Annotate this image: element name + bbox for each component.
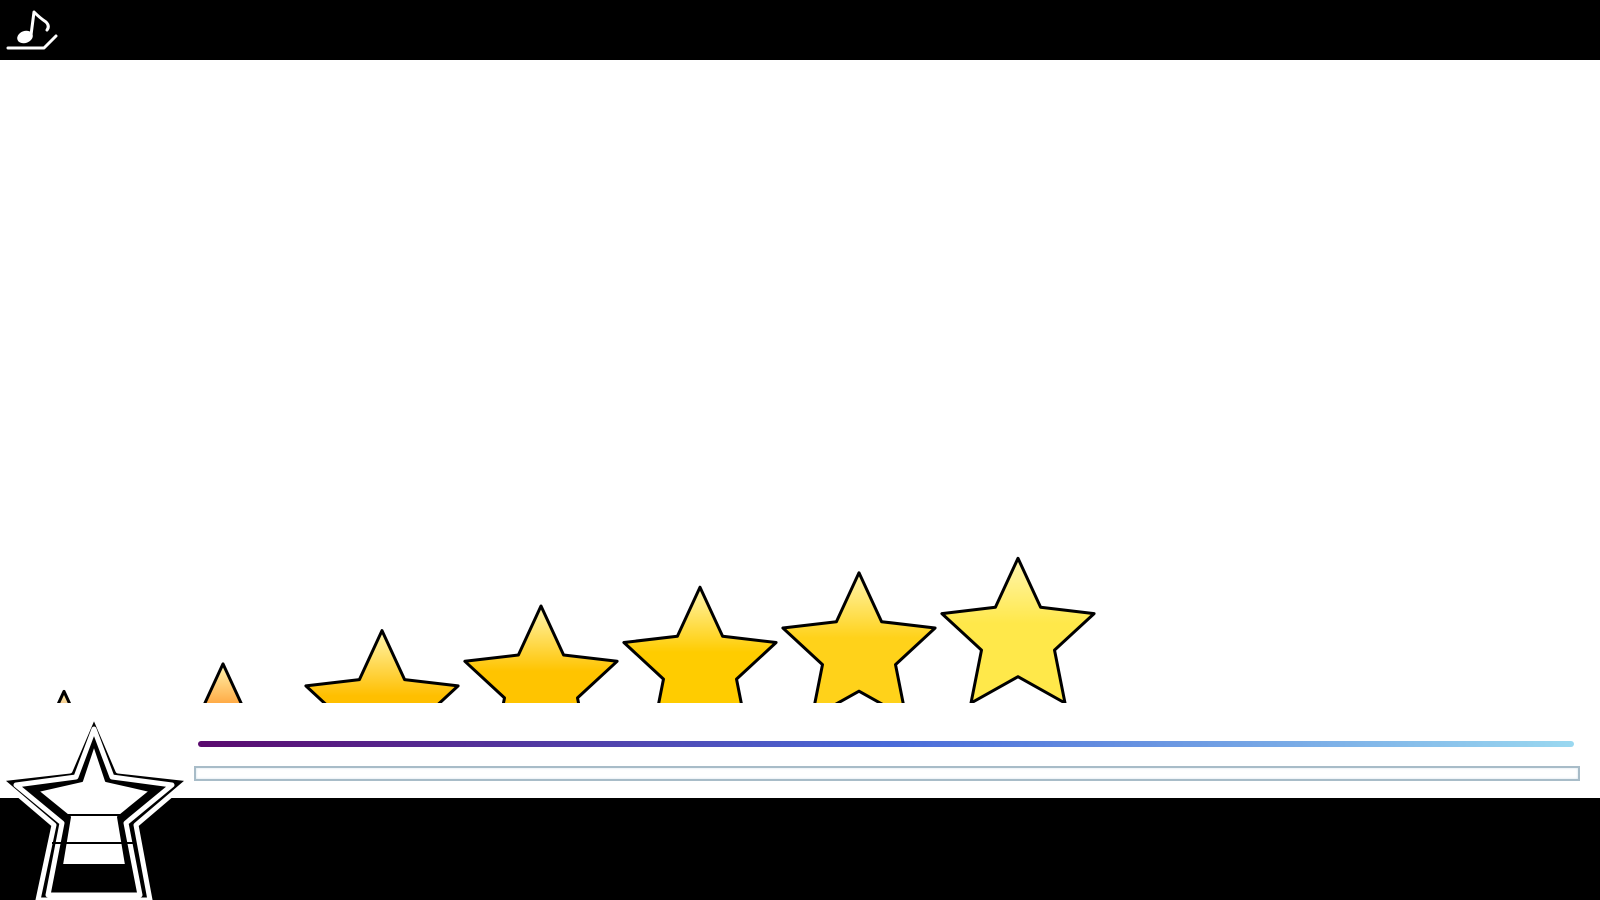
star-badge-icon <box>0 715 193 900</box>
rating-star-3 <box>304 629 460 703</box>
top-bar <box>0 0 1600 60</box>
music-toggle-button[interactable] <box>4 6 58 54</box>
rating-star-6 <box>781 571 937 703</box>
star-row <box>56 556 1096 703</box>
rating-star-7 <box>940 556 1096 703</box>
power-meter-track <box>194 766 1580 781</box>
rating-star-5 <box>622 585 778 703</box>
rating-star-4 <box>463 604 619 703</box>
power-meter-gradient-line <box>198 741 1574 747</box>
bottom-bar <box>0 798 1600 900</box>
star-rating-stage <box>0 0 1600 900</box>
music-note-icon <box>6 10 58 50</box>
